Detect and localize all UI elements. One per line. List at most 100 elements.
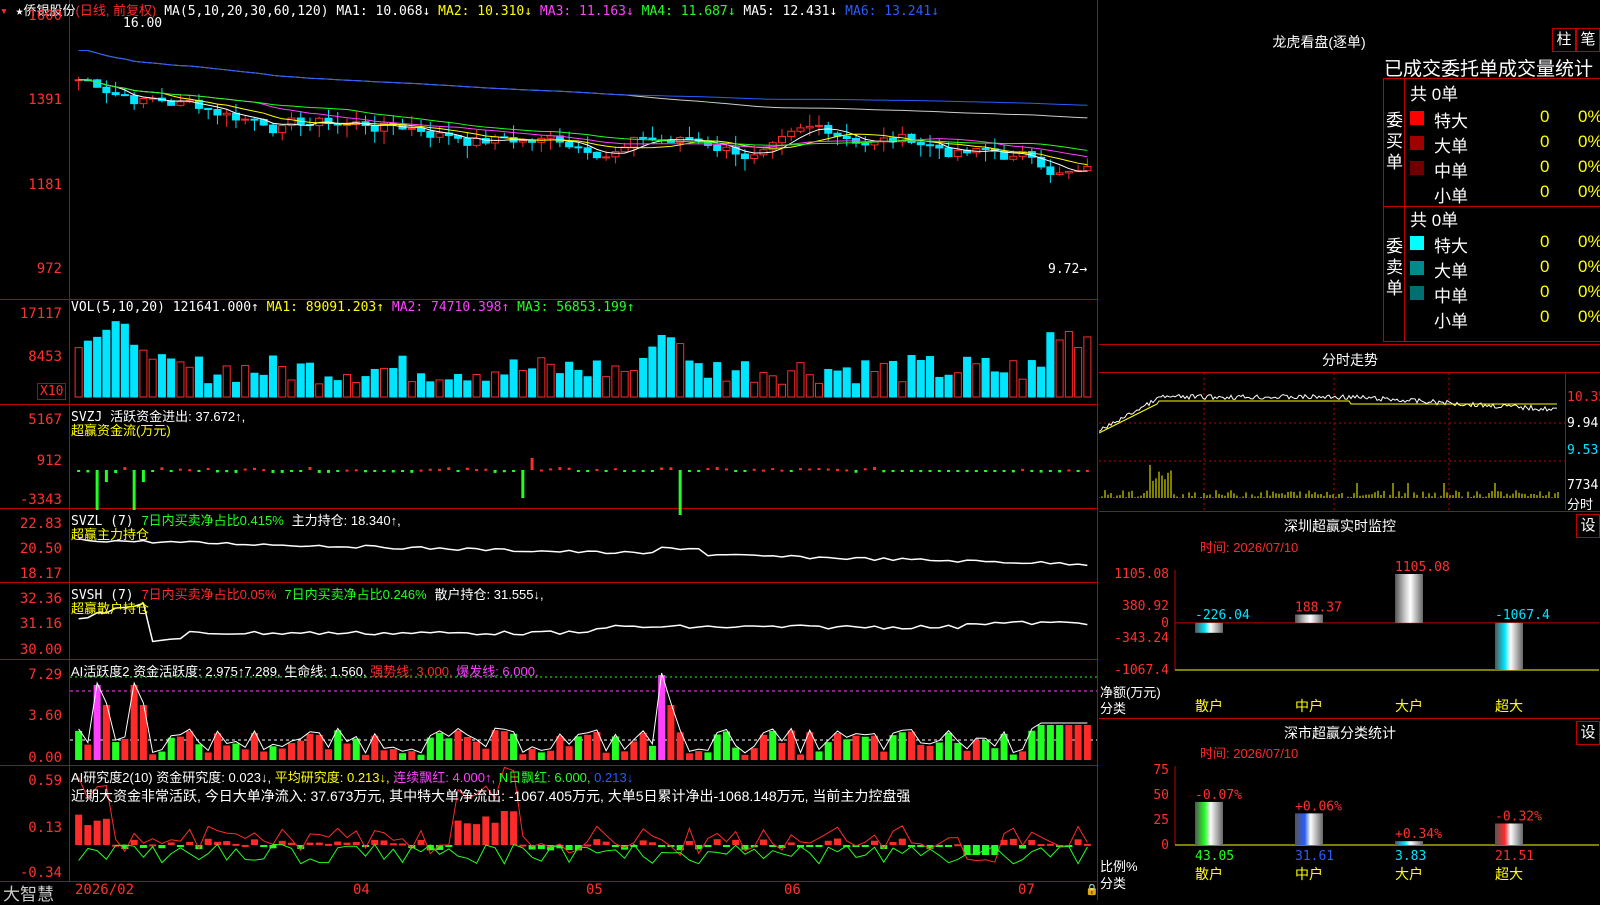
volume-bar [639, 357, 648, 398]
activity-bar [1065, 725, 1073, 760]
svzj-subtitle: 超赢资金流(万元) [71, 423, 171, 438]
candle-body [213, 109, 222, 116]
volume-bar [722, 380, 731, 398]
svzl-tick: 22.83 [19, 516, 62, 532]
monitor-title: 深圳超赢实时监控 [1284, 518, 1396, 534]
candle-body [796, 127, 805, 132]
fund-flow-bar [910, 470, 914, 472]
y-tick-label: 50 [1153, 788, 1169, 803]
category-bar [1195, 801, 1223, 845]
volume-bar [111, 321, 120, 398]
volume-bar [694, 363, 703, 398]
order-row: 特大 0 0% [1410, 106, 1600, 131]
tick-mode-button[interactable]: 笔 [1576, 28, 1600, 52]
research-bar [1028, 839, 1036, 845]
fund-flow-bar [188, 469, 192, 472]
order-row: 小单 0 0% [1410, 181, 1600, 206]
volume-bar [83, 340, 92, 398]
monitor-settings-button[interactable]: 设 [1576, 514, 1600, 538]
fund-flow-bar [687, 470, 691, 472]
volume-bar [102, 329, 111, 398]
bar-value-label: -1067.4 [1495, 608, 1550, 623]
research-bar [926, 845, 934, 849]
fund-flow-bar [900, 470, 904, 472]
bar-mode-button[interactable]: 柱 [1552, 28, 1576, 52]
activity-bar [232, 743, 240, 760]
candle-body [639, 136, 648, 139]
volume-bar [491, 371, 500, 398]
fund-flow-bar [743, 470, 747, 472]
low-price-label: 9.72→ [1048, 262, 1088, 277]
research-bar [1046, 843, 1054, 846]
y-tick-label: -1067.4 [1114, 663, 1169, 678]
research-bar [500, 810, 508, 845]
order-count: 0 [1540, 257, 1550, 276]
order-size-label: 大单 [1434, 262, 1468, 281]
buy-total: 共 0单 [1410, 85, 1459, 104]
price-tick: 1391 [28, 92, 62, 108]
activity-bar [917, 744, 925, 760]
fund-flow-bar [1021, 468, 1025, 471]
fund-flow-bar [104, 470, 108, 482]
volume-bar [1018, 378, 1027, 398]
research-bar [454, 820, 462, 845]
bar-value-label: 1105.08 [1395, 560, 1450, 575]
research-bar [93, 820, 101, 845]
fund-flow-bar [678, 470, 682, 515]
fund-flow-bar [530, 458, 534, 470]
y-tick-label: 75 [1153, 763, 1169, 778]
research-bar [223, 841, 231, 845]
research-bar [417, 840, 425, 845]
volume-bar [130, 344, 139, 398]
order-count: 0 [1540, 307, 1550, 326]
category-label: 大户 [1395, 698, 1423, 715]
volume-bar [537, 357, 546, 398]
bar-value-label: +0.34% [1395, 827, 1442, 842]
classify-settings-button[interactable]: 设 [1576, 721, 1600, 745]
vol-tick: 17117 [19, 306, 62, 322]
volume-bar [666, 337, 675, 398]
fund-flow-bar [502, 470, 506, 473]
candle-body [546, 135, 555, 139]
fund-flow-bar [771, 468, 775, 471]
activity-bar [852, 735, 860, 760]
activity-bar [630, 741, 638, 760]
svzj-tick: 912 [36, 453, 62, 469]
fund-flow-bar [447, 467, 451, 470]
research-bar [611, 845, 619, 847]
lhb-title: 龙虎看盘(逐单) [1272, 34, 1366, 50]
volume-bar [814, 382, 824, 398]
candle-body [528, 140, 537, 143]
bar-value-label: -0.32% [1495, 809, 1542, 824]
research-bar [685, 840, 693, 845]
activity-bar [297, 740, 305, 760]
main-chart-area[interactable]: ▾ ★侨银股份(日线, 前复权) MA(5,10,20,30,60,120) M… [0, 0, 1099, 904]
activity-bar [648, 745, 656, 760]
volume-bar [1027, 360, 1036, 398]
candle-body [222, 112, 231, 116]
fund-flow-bar [715, 467, 719, 470]
fund-flow-bar [77, 470, 81, 472]
volume-bar [861, 360, 870, 398]
fund-flow-bar [345, 469, 349, 472]
volume-bar [528, 368, 537, 398]
volume-bar [259, 374, 268, 398]
activity-bar [880, 751, 888, 760]
fund-flow-bar [336, 470, 340, 472]
fund-flow-bar [660, 467, 664, 470]
volume-bar [750, 381, 759, 398]
ma-value: MA2: 10.310↓ [430, 4, 533, 19]
lock-icon[interactable]: 🔒 [1085, 883, 1099, 896]
intraday-chart[interactable] [1099, 373, 1565, 511]
fund-flow-bar [1011, 470, 1015, 473]
fund-flow-bar [123, 467, 127, 470]
fund-flow-bar [1076, 470, 1080, 472]
kline-chart-canvas[interactable] [0, 0, 1098, 882]
activity-bar [565, 746, 573, 760]
activity-bar [362, 754, 370, 760]
volume-bar [731, 370, 740, 398]
fund-flow-bar [558, 467, 562, 470]
volume-bar [759, 371, 768, 398]
svsh-tick: 30.00 [19, 642, 62, 658]
fund-flow-bar [456, 470, 460, 472]
